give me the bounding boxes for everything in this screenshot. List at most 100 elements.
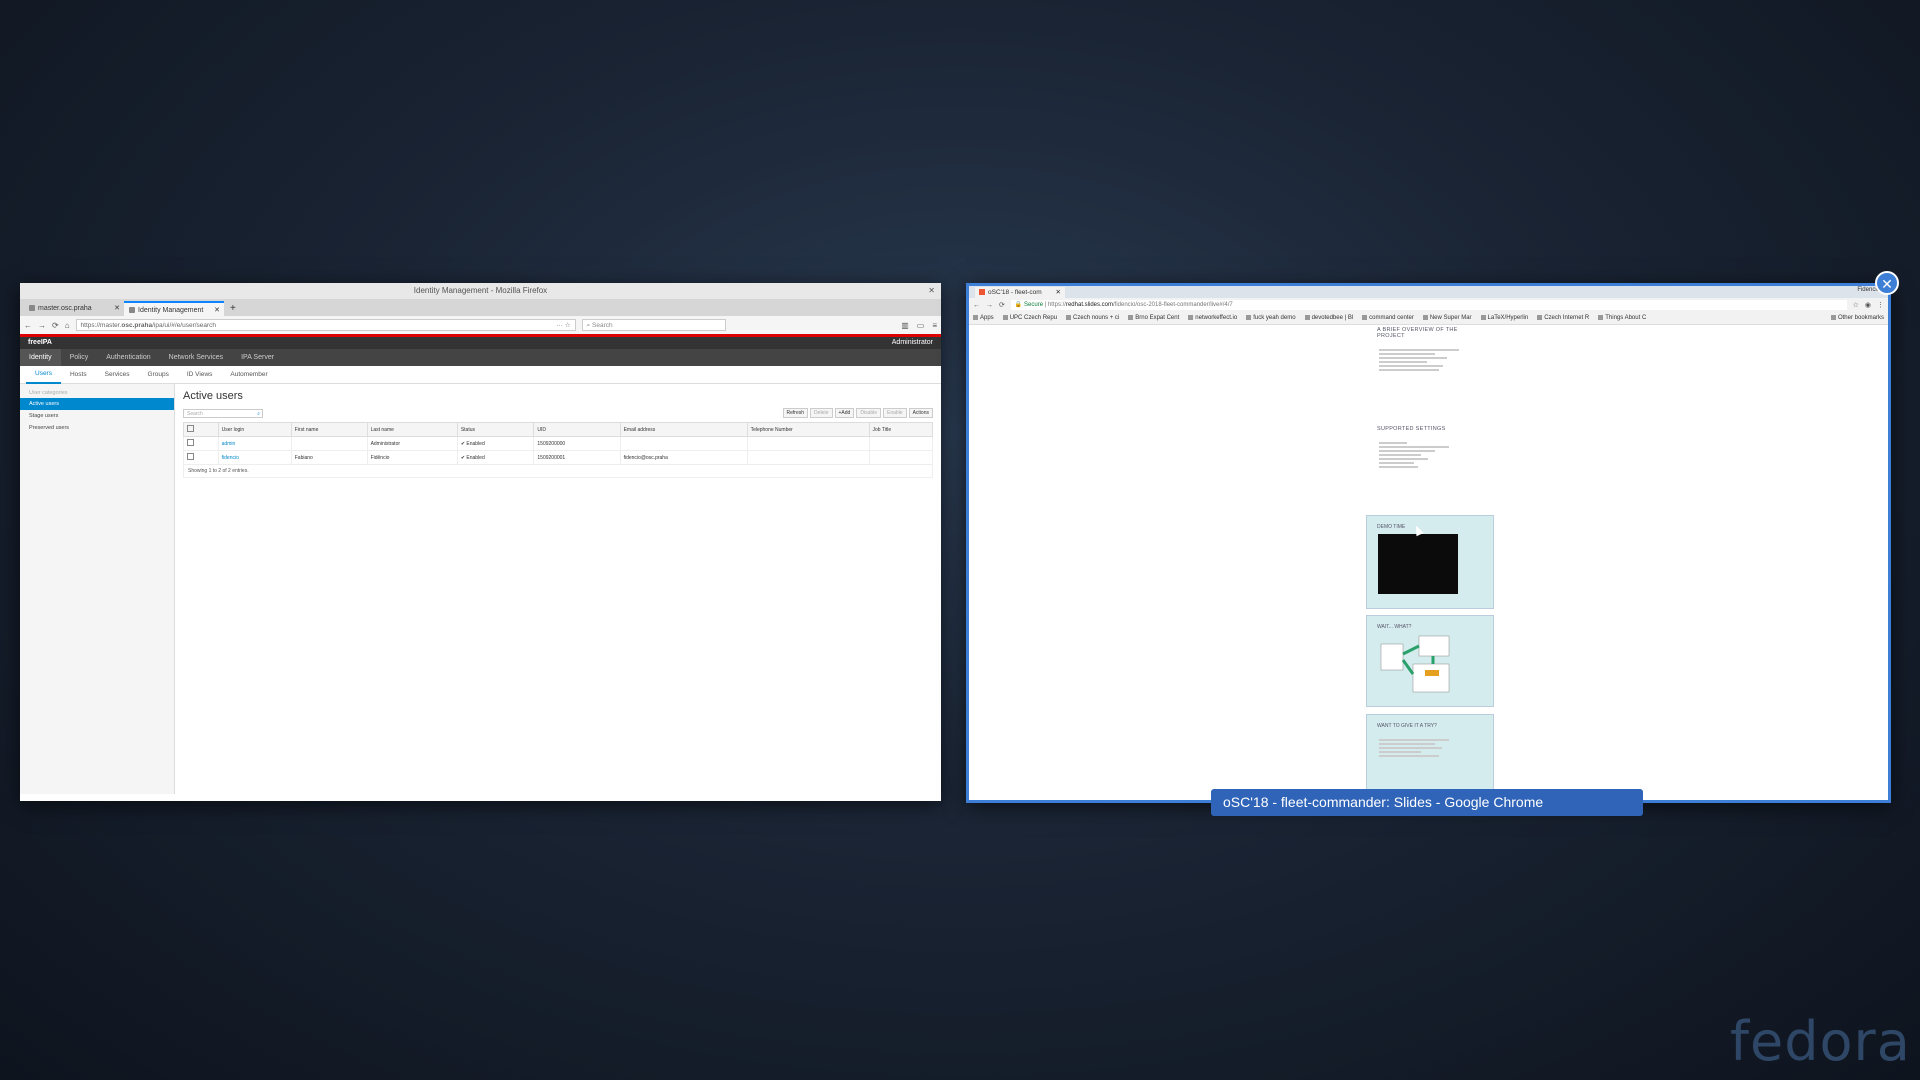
sidebar-item-preserved-users[interactable]: Preserved users [20, 422, 174, 434]
select-all-column[interactable] [183, 422, 219, 437]
checkbox[interactable] [187, 439, 194, 446]
tab-slides[interactable]: oSC'18 - fleet-com ✕ [975, 287, 1065, 298]
enable-button[interactable]: Enable [883, 408, 907, 418]
search-input[interactable]: ⌕ Search [581, 319, 726, 331]
close-icon[interactable]: ✕ [114, 301, 120, 316]
menu-policy[interactable]: Policy [61, 349, 98, 366]
checkbox[interactable] [187, 453, 194, 460]
tab-identity-management[interactable]: Identity Management ✕ [124, 301, 224, 316]
fedora-logo: fedora [1730, 1010, 1911, 1073]
menu-network-services[interactable]: Network Services [160, 349, 232, 366]
menu-identity[interactable]: Identity [20, 349, 61, 366]
search-icon[interactable]: ⌕ [257, 410, 260, 419]
home-icon[interactable]: ⌂ [65, 321, 70, 330]
close-icon[interactable]: ✕ [928, 283, 935, 299]
slide-thumbnail-demo[interactable]: DEMO TIME [1366, 515, 1494, 609]
actions-button[interactable]: Actions [908, 408, 933, 418]
column-header[interactable]: User login [217, 422, 292, 437]
extension-icon[interactable]: ◉ [1865, 301, 1871, 309]
other-bookmarks[interactable]: Other bookmarks [1831, 315, 1884, 321]
tab-id-views[interactable]: ID Views [178, 367, 222, 383]
slide-thumbnail-try[interactable]: WANT TO GIVE IT A TRY? [1366, 714, 1494, 796]
tab-services[interactable]: Services [96, 367, 139, 383]
tab-label: oSC'18 - fleet-com [988, 289, 1042, 296]
menu-icon[interactable]: ⋮ [1877, 301, 1884, 309]
uid-cell: 1509200001 [533, 450, 621, 465]
tab-groups[interactable]: Groups [139, 367, 178, 383]
delete-button[interactable]: Delete [810, 408, 833, 418]
uid-cell: 1509200000 [533, 436, 621, 451]
column-header[interactable]: Last name [366, 422, 458, 437]
star-icon[interactable]: ☆ [1853, 301, 1859, 309]
paging-info: Showing 1 to 2 of 2 entries. [183, 465, 933, 478]
last-name-cell: Administrator [366, 436, 458, 451]
close-window-icon[interactable]: ✕ [1875, 271, 1899, 295]
slide-text-lines [1379, 440, 1449, 470]
reload-icon[interactable]: ⟳ [999, 301, 1005, 309]
slide-heading: DEMO TIME [1377, 524, 1406, 530]
bookmark-item[interactable]: devotedbee | Bl [1305, 315, 1354, 321]
column-header[interactable]: Email address [619, 422, 748, 437]
first-name-cell: Fabiano [290, 450, 368, 465]
slide-text-lines [1379, 347, 1459, 373]
reload-icon[interactable]: ⟳ [52, 321, 59, 330]
back-icon[interactable]: ← [24, 321, 32, 330]
user-search-input[interactable]: Search ⌕ [183, 408, 263, 419]
bookmark-item[interactable]: networkeffect.io [1188, 315, 1237, 321]
bookmark-item[interactable]: UPC Czech Repu [1003, 315, 1057, 321]
tab-label: master.osc.praha [38, 305, 92, 312]
bookmarks-bar: Apps UPC Czech Repu Czech nouns + ci Brn… [969, 312, 1888, 325]
tab-master[interactable]: master.osc.praha ✕ [24, 301, 124, 316]
forward-icon[interactable]: → [986, 302, 993, 309]
bookmark-item[interactable]: New Super Mar [1423, 315, 1472, 321]
chrome-window-thumbnail[interactable]: oSC'18 - fleet-com ✕ Fidencio ← → ⟳ 🔒 Sec… [966, 283, 1891, 803]
bookmark-item[interactable]: Apps [973, 315, 994, 321]
slide-heading: A BRIEF OVERVIEW OF THE PROJECT [1377, 327, 1458, 339]
bookmark-item[interactable]: LaTeX/Hyperlin [1481, 315, 1529, 321]
firefox-navbar: ← → ⟳ ⌂ https://master.osc.praha/ipa/ui/… [20, 316, 941, 337]
tab-hosts[interactable]: Hosts [61, 367, 96, 383]
menu-ipa-server[interactable]: IPA Server [232, 349, 283, 366]
new-tab-icon[interactable]: + [224, 301, 242, 316]
sidebar-item-stage-users[interactable]: Stage users [20, 410, 174, 422]
close-icon[interactable]: ✕ [1056, 287, 1061, 298]
url-prefix: https://master. [80, 322, 122, 329]
column-header[interactable]: Job Title [868, 422, 933, 437]
bookmark-item[interactable]: command center [1362, 315, 1414, 321]
disable-button[interactable]: Disable [856, 408, 882, 418]
url-bar[interactable]: 🔒 Secure | https://redhat.slides.com/fid… [1010, 300, 1847, 310]
forward-icon[interactable]: → [38, 321, 46, 330]
email-cell: fidencio@osc.praha [619, 450, 748, 465]
window-caption: oSC'18 - fleet-commander: Slides - Googl… [1211, 789, 1643, 816]
secure-label: Secure [1024, 302, 1044, 308]
slide-thumbnail-wait[interactable]: WAIT... WHAT? [1366, 615, 1494, 707]
firefox-window-thumbnail[interactable]: Identity Management - Mozilla Firefox ✕ … [20, 283, 941, 801]
tab-users[interactable]: Users [26, 366, 61, 384]
url-bar[interactable]: https://master.osc.praha/ipa/ui/#/e/user… [75, 319, 576, 332]
user-menu[interactable]: Administrator [892, 337, 933, 349]
refresh-button[interactable]: Refresh [782, 408, 809, 418]
column-header[interactable]: UID [533, 422, 621, 437]
sidebar-icon[interactable]: ▭ [917, 321, 925, 330]
menu-authentication[interactable]: Authentication [97, 349, 159, 366]
tab-automember[interactable]: Automember [221, 367, 276, 383]
menu-icon[interactable]: ≡ [932, 321, 937, 330]
column-header[interactable]: First name [290, 422, 368, 437]
users-table: User login First name Last name Status U… [183, 422, 933, 465]
more-icon[interactable]: ··· ☆ [556, 320, 570, 332]
checkbox[interactable] [187, 425, 194, 432]
column-header[interactable]: Status [456, 422, 535, 437]
bookmark-item[interactable]: fuck yeah demo [1246, 315, 1295, 321]
user-login-link[interactable]: fidencio [217, 450, 292, 465]
add-button[interactable]: +Add [834, 408, 855, 418]
sidebar-item-active-users[interactable]: Active users [20, 398, 174, 410]
bookmark-item[interactable]: Czech Internet R [1537, 315, 1589, 321]
bookmark-item[interactable]: Czech nouns + ci [1066, 315, 1119, 321]
user-login-link[interactable]: admin [217, 436, 292, 451]
library-icon[interactable]: ▥ [901, 321, 909, 330]
bookmark-item[interactable]: Brno Expat Cent [1128, 315, 1179, 321]
back-icon[interactable]: ← [973, 302, 980, 309]
close-icon[interactable]: ✕ [214, 303, 220, 316]
column-header[interactable]: Telephone Number [746, 422, 870, 437]
bookmark-item[interactable]: Things About C [1598, 315, 1646, 321]
